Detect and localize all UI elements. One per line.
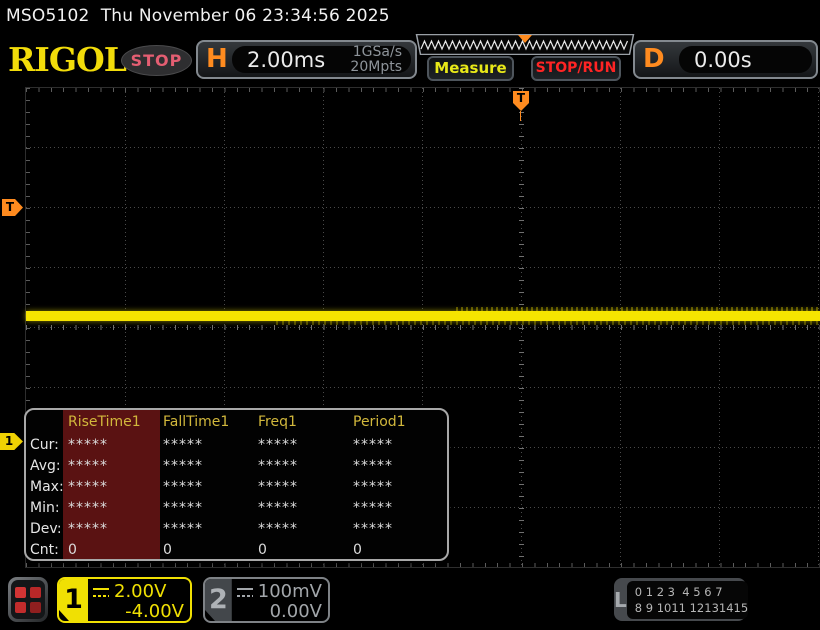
table-value: *****: [163, 458, 203, 474]
center-vertical-axis-ticks: [519, 88, 524, 567]
row-label: Dev:: [30, 521, 62, 537]
horizontal-settings-box[interactable]: H 2.00ms 1GSa/s 20Mpts: [196, 40, 417, 79]
table-value: *****: [68, 437, 108, 453]
table-value: *****: [68, 479, 108, 495]
column-header[interactable]: Freq1: [258, 410, 353, 435]
table-value: *****: [163, 437, 203, 453]
table-value: 0: [258, 542, 268, 558]
channel2-offset: 0.00V: [269, 601, 322, 622]
rigol-logo: RIGOL: [8, 40, 127, 79]
timebase-panel: 2.00ms 1GSa/s 20Mpts: [232, 43, 411, 75]
row-label: Max:: [30, 479, 64, 495]
channel1-offset-marker[interactable]: 1: [0, 433, 23, 450]
delay-value: 0.00s: [694, 47, 752, 72]
table-value: 0: [353, 542, 363, 558]
row-label: Avg:: [30, 458, 61, 474]
horizontal-icon: H: [206, 44, 228, 74]
channel2-badge[interactable]: 2 100mV 0.00V: [203, 577, 330, 623]
measurement-table: RiseTime1 FallTime1 Freq1 Period1 Cur: *…: [24, 408, 449, 561]
table-value: *****: [353, 500, 393, 516]
channel1-number: 1: [59, 579, 88, 621]
model-and-datetime: MSO5102 Thu November 06 23:34:56 2025: [6, 6, 390, 26]
trigger-level-marker[interactable]: T: [2, 199, 23, 216]
table-value: *****: [68, 521, 108, 537]
table-value: 0: [163, 542, 173, 558]
digital-channels-row1: 0 1 2 3 4 5 6 7: [634, 584, 723, 599]
logic-analyzer-badge[interactable]: L 0 1 2 3 4 5 6 7 8 9 1011 12131415: [614, 578, 749, 621]
grid-hline: [26, 387, 820, 388]
trigger-position-stem: [520, 111, 521, 121]
measurement-grid: RiseTime1 FallTime1 Freq1 Period1 Cur: *…: [26, 410, 447, 559]
table-value: *****: [258, 437, 298, 453]
table-value: *****: [68, 458, 108, 474]
table-value: 0: [68, 542, 78, 558]
measure-button[interactable]: Measure: [427, 56, 514, 81]
memory-waveform-bar[interactable]: [413, 34, 637, 55]
digital-channels-box: 0 1 2 3 4 5 6 7 8 9 1011 12131415: [626, 580, 749, 619]
column-header[interactable]: Period1: [353, 410, 447, 435]
column-header[interactable]: FallTime1: [163, 410, 258, 435]
timebase-value: 2.00ms: [247, 47, 326, 72]
channel1-settings: 2.00V -4.00V: [88, 579, 190, 621]
row-label: Min:: [30, 500, 60, 516]
oscilloscope-screen: MSO5102 Thu November 06 23:34:56 2025 RI…: [0, 0, 820, 630]
table-value: *****: [163, 479, 203, 495]
center-horizontal-axis-ticks: [26, 325, 820, 330]
grid-hline: [26, 207, 820, 208]
sample-rate: 1GSa/s: [352, 43, 402, 60]
table-value: *****: [258, 479, 298, 495]
stop-run-button[interactable]: STOP/RUN: [531, 56, 621, 81]
table-value: *****: [163, 500, 203, 516]
logic-analyzer-label: L: [614, 587, 627, 612]
channel2-scale: 100mV: [257, 581, 322, 602]
delay-panel: 0.00s: [679, 46, 812, 73]
table-value: *****: [68, 500, 108, 516]
grid-hline: [26, 147, 820, 148]
sample-rate-stack: 1GSa/s 20Mpts: [350, 43, 402, 75]
grid-hline: [26, 267, 820, 268]
bottom-axis-ticks: [26, 563, 820, 567]
channel2-settings: 100mV 0.00V: [232, 579, 328, 621]
column-header[interactable]: RiseTime1: [68, 410, 163, 435]
acquisition-status-badge: STOP: [121, 45, 192, 76]
table-value: *****: [353, 458, 393, 474]
trigger-position-marker[interactable]: T: [513, 91, 529, 111]
table-value: *****: [353, 521, 393, 537]
corner-cell: [30, 410, 68, 435]
channel1-offset: -4.00V: [125, 601, 184, 622]
menu-icon-square: [15, 601, 26, 613]
table-value: *****: [258, 458, 298, 474]
memory-depth: 20Mpts: [350, 58, 402, 75]
channel2-number: 2: [205, 579, 232, 621]
menu-icon-grid: [11, 580, 45, 619]
menu-icon[interactable]: [8, 577, 48, 622]
channel1-waveform: [26, 311, 820, 321]
dc-coupling-icon: [93, 587, 109, 597]
row-label: Cur:: [30, 437, 59, 453]
table-value: *****: [163, 521, 203, 537]
channel1-badge[interactable]: 1 2.00V -4.00V: [57, 577, 192, 623]
digital-channels-row2: 8 9 1011 12131415: [634, 600, 749, 615]
table-value: *****: [353, 437, 393, 453]
row-label: Cnt:: [30, 542, 59, 558]
table-value: *****: [258, 521, 298, 537]
table-value: *****: [258, 500, 298, 516]
table-value: *****: [353, 479, 393, 495]
dc-coupling-icon: [236, 587, 253, 597]
menu-icon-square: [30, 586, 41, 598]
top-axis-ticks: [26, 88, 820, 92]
delay-icon: D: [643, 44, 665, 74]
menu-icon-square: [30, 601, 41, 613]
delay-settings-box[interactable]: D 0.00s: [633, 40, 818, 79]
title-bar: MSO5102 Thu November 06 23:34:56 2025: [0, 0, 820, 32]
channel1-scale: 2.00V: [114, 581, 167, 602]
menu-icon-square: [15, 586, 26, 598]
